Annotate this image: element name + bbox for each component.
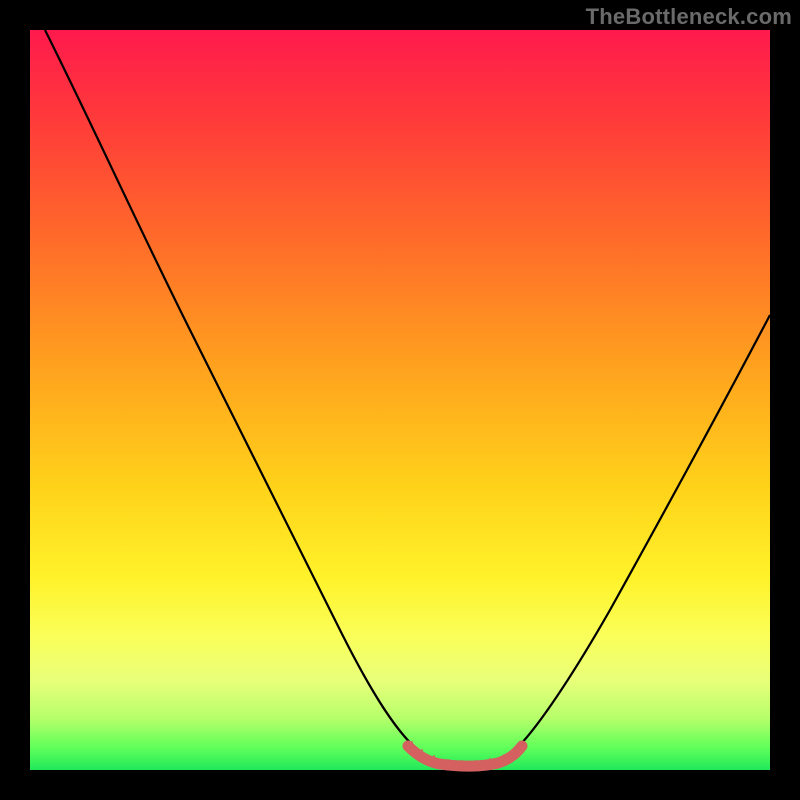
- watermark-text: TheBottleneck.com: [586, 4, 792, 30]
- plot-area: [30, 30, 770, 770]
- bottleneck-curve: [45, 30, 770, 764]
- chart-frame: TheBottleneck.com: [0, 0, 800, 800]
- curve-svg: [30, 30, 770, 770]
